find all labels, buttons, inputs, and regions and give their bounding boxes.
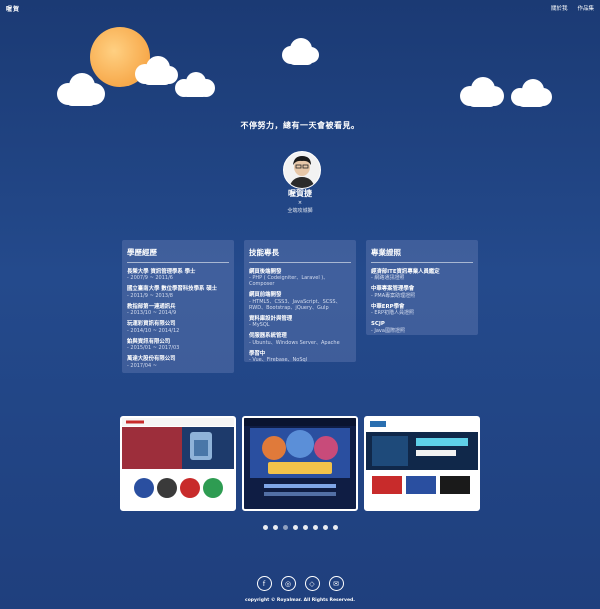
nav-link-about[interactable]: 關於我 — [551, 4, 568, 12]
entry-detail: - PHP ( Codeigniter、Laravel )、Composer — [249, 275, 329, 288]
list-item: 國立臺南大學 數位學習科技學系 碩士 - 2011/9 ~ 2013/8 — [127, 286, 229, 298]
codepen-icon[interactable]: ◇ — [304, 576, 320, 591]
social-links: f ◎ ◇ ✉ — [0, 576, 600, 591]
entry-title: 國立臺南大學 數位學習科技學系 碩士 — [127, 286, 218, 293]
entry-detail: - 網路通訊證照 — [371, 275, 405, 282]
cloud-illustration — [280, 38, 320, 66]
carousel-dots — [0, 525, 600, 530]
hero-tagline: 不停努力，總有一天會被看見。 — [240, 121, 360, 130]
carousel-dot[interactable] — [322, 525, 328, 530]
card-title: 技能專長 — [249, 247, 351, 263]
list-item: 長榮大學 資訊管理學系 學士 - 2007/9 ~ 2011/6 — [127, 269, 229, 281]
carousel-dot[interactable] — [292, 525, 298, 530]
entry-detail: - 2011/9 ~ 2013/8 — [127, 292, 173, 299]
list-item: 中華專案管理學會 - PMA專案助理證照 — [371, 286, 473, 298]
entry-detail: - 2014/10 ~ 2014/12 — [127, 327, 180, 334]
entry-detail: - 2017/04 ~ — [127, 362, 157, 369]
entry-detail: - 2015/01 ~ 2017/03 — [127, 345, 180, 352]
entry-detail: - Java國際證照 — [371, 327, 405, 334]
list-item: 伺服器系統管理 - Ubuntu、Windows Server、Apache — [249, 333, 351, 345]
entry-detail: - HTML5、CSS3、JavaScript、SCSS、RWD、Bootstr… — [249, 298, 341, 311]
carousel-dot[interactable] — [282, 525, 288, 530]
carousel-dot[interactable] — [302, 525, 308, 530]
list-item: 萬達大股份有限公司 - 2017/04 ~ — [127, 356, 229, 368]
nav-link-portfolio[interactable]: 作品集 — [577, 4, 594, 12]
carousel-dot[interactable] — [332, 525, 338, 530]
carousel-dot[interactable] — [272, 525, 278, 530]
list-item: 資料庫設計與管理 - MySQL — [249, 316, 351, 328]
avatar — [283, 151, 321, 189]
certificates-card: 專業證照 經濟部ITE資訊專業人員鑑定 - 網路通訊證照 中華專案管理學會 - PM… — [366, 240, 478, 335]
list-item: 中華ERP學會 - ERP初階人員證照 — [371, 304, 473, 316]
cloud-illustration — [172, 72, 216, 98]
card-title: 專業證照 — [371, 247, 473, 263]
carousel-dot[interactable] — [262, 525, 268, 530]
portfolio-shot-movie[interactable] — [364, 416, 480, 511]
list-item: SCJP - Java國際證照 — [371, 321, 473, 333]
card-title: 學歷經歷 — [127, 247, 229, 263]
list-item: 經濟部ITE資訊專業人員鑑定 - 網路通訊證照 — [371, 269, 473, 281]
profile-role: 全端攻城獅 — [287, 208, 313, 214]
cloud-illustration — [54, 72, 106, 107]
github-icon[interactable]: ◎ — [280, 576, 296, 591]
list-item: 網頁前端開發 - HTML5、CSS3、JavaScript、SCSS、RWD、B… — [249, 292, 351, 310]
site-brand[interactable]: 喔賀 — [6, 4, 20, 13]
skills-card: 技能專長 網頁後端開發 - PHP ( Codeigniter、Laravel )… — [244, 240, 356, 363]
entry-detail: - 2013/10 ~ 2014/9 — [127, 310, 177, 317]
list-item: 網頁後端開發 - PHP ( Codeigniter、Laravel )、Comp… — [249, 269, 351, 287]
facebook-icon[interactable]: f — [256, 576, 272, 591]
entry-detail: - 2007/9 ~ 2011/6 — [127, 275, 173, 282]
portfolio-shot-game[interactable] — [242, 416, 358, 511]
list-item: 教指部第一連通訊兵 - 2013/10 ~ 2014/9 — [127, 304, 229, 316]
list-item: 鉑與資訊有限公司 - 2015/01 ~ 2017/03 — [127, 339, 229, 351]
entry-detail: - PMA專案助理證照 — [371, 292, 416, 299]
email-icon[interactable]: ✉ — [328, 576, 344, 591]
portfolio-shot-security[interactable] — [120, 416, 236, 511]
cloud-illustration — [508, 78, 554, 108]
copyright-text: copyright © Royalmar. All Rights Reserve… — [245, 598, 355, 603]
profile-name: 喔賀捷 — [288, 189, 312, 198]
entry-detail: - MySQL — [249, 322, 270, 329]
name-separator: × — [297, 200, 303, 206]
carousel-dot[interactable] — [312, 525, 318, 530]
entry-detail: - ERP初階人員證照 — [371, 310, 415, 317]
top-navbar: 喔賀 關於我 作品集 — [0, 0, 600, 18]
list-item: 玩運彩資訊有限公司 - 2014/10 ~ 2014/12 — [127, 321, 229, 333]
list-item: 學習中 - Vue、Firebase、NoSql — [249, 351, 351, 363]
education-card: 學歷經歷 長榮大學 資訊管理學系 學士 - 2007/9 ~ 2011/6 國立臺… — [122, 240, 234, 373]
nav-links: 關於我 作品集 — [551, 4, 594, 12]
entry-detail: - Vue、Firebase、NoSql — [249, 357, 308, 364]
entry-detail: - Ubuntu、Windows Server、Apache — [249, 339, 340, 346]
cloud-illustration — [456, 76, 506, 108]
